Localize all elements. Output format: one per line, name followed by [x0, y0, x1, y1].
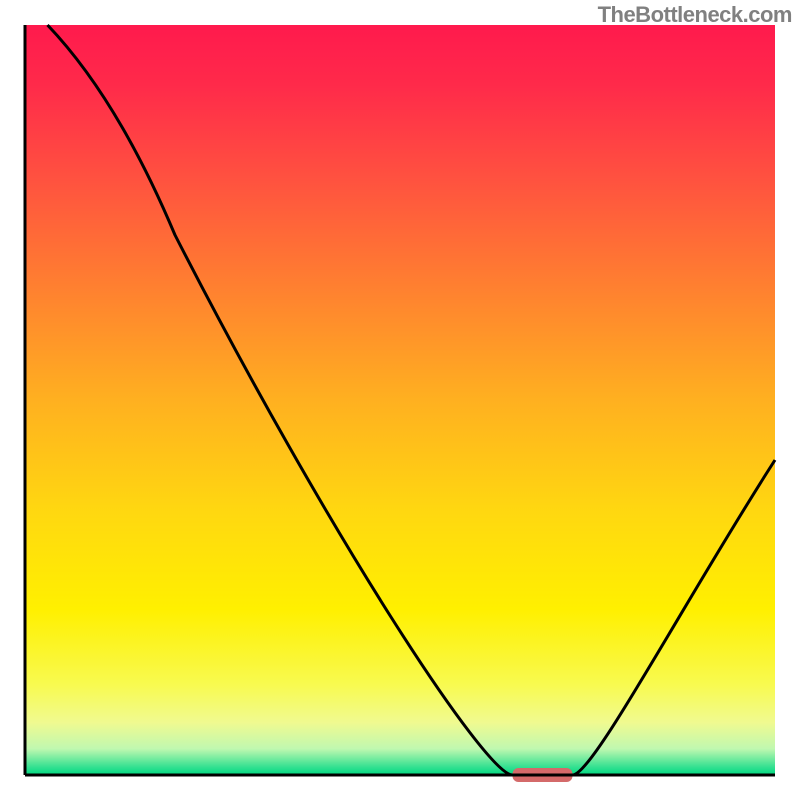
- attribution-label: TheBottleneck.com: [598, 2, 792, 28]
- plot-background: [25, 25, 775, 775]
- bottleneck-chart: TheBottleneck.com: [0, 0, 800, 800]
- chart-svg: [0, 0, 800, 800]
